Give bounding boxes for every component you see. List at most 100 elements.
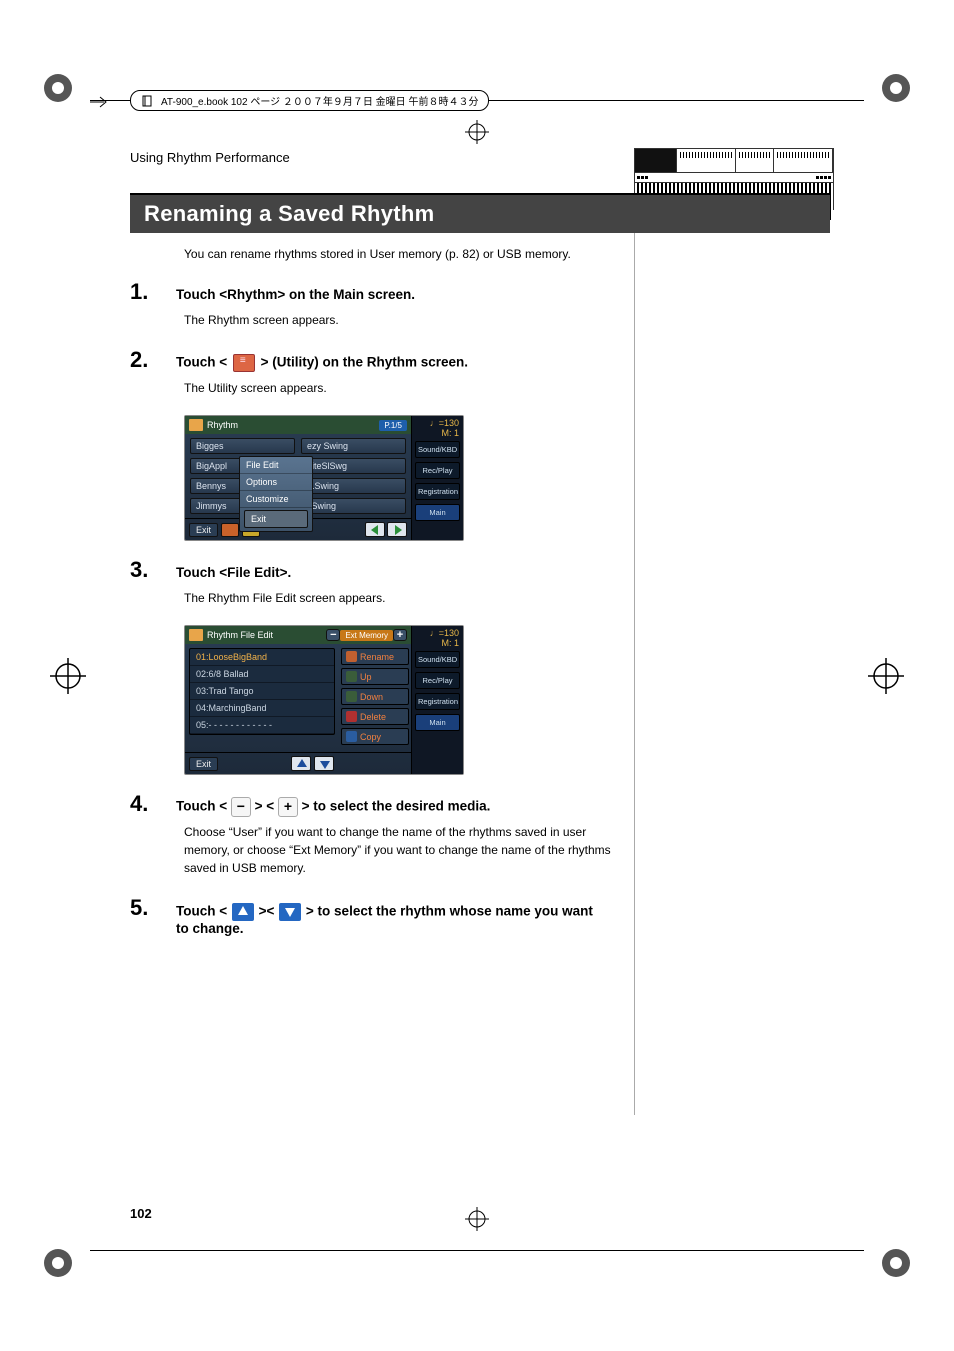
menu-item-options[interactable]: Options — [240, 474, 312, 491]
crop-mark-icon — [40, 1245, 76, 1281]
rhythm-item[interactable]: Bigges — [190, 438, 295, 454]
menu-item-exit[interactable]: Exit — [244, 510, 308, 528]
page-indicator: P.1/5 — [379, 420, 407, 431]
media-label: Ext Memory — [340, 630, 393, 641]
step-title-text: > < — [251, 799, 278, 814]
action-copy[interactable]: Copy — [341, 728, 409, 745]
crop-mark-icon — [465, 1207, 489, 1231]
triangle-down-icon — [279, 903, 301, 921]
step-1: 1. Touch <Rhythm> on the Main screen. Th… — [130, 279, 830, 329]
step-title: Touch < − > < + > to select the desired … — [176, 797, 490, 817]
rhythm-item[interactable]: hiteSlSwg — [301, 458, 406, 474]
crop-mark-icon — [878, 70, 914, 106]
action-rename[interactable]: Rename — [341, 648, 409, 665]
intro-text: You can rename rhythms stored in User me… — [184, 247, 830, 261]
step-number: 3. — [130, 557, 176, 583]
file-item[interactable]: 05:- - - - - - - - - - - - — [190, 717, 334, 734]
step-title-text: > to select the desired media. — [298, 799, 490, 814]
side-sound-kbd[interactable]: Sound/KBD — [415, 651, 460, 668]
screen-title: Rhythm — [207, 420, 379, 430]
file-item[interactable]: 02:6/8 Ballad — [190, 666, 334, 683]
tempo-display: ♩=130M: 1 — [412, 416, 463, 439]
step-number: 4. — [130, 791, 176, 817]
step-body: The Rhythm File Edit screen appears. — [184, 589, 624, 607]
action-delete[interactable]: Delete — [341, 708, 409, 725]
rhythm-item[interactable]: h.Swing — [301, 478, 406, 494]
step-title: Touch < >< > to select the rhythm whose … — [176, 903, 596, 936]
scroll-up-button[interactable] — [291, 756, 311, 771]
file-list: 01:LooseBigBand 02:6/8 Ballad 03:Trad Ta… — [189, 648, 335, 735]
step-2: 2. Touch < > (Utility) on the Rhythm scr… — [130, 347, 830, 397]
rhythm-title-icon — [189, 629, 203, 641]
utility-icon — [233, 354, 255, 372]
step-5: 5. Touch < >< > to select the rhythm who… — [130, 895, 830, 935]
prev-page-button[interactable] — [365, 522, 385, 537]
book-icon — [141, 94, 155, 108]
arrow-right-icon — [90, 95, 108, 114]
book-header-text: AT-900_e.book 102 ページ ２００７年９月７日 金曜日 午前８時… — [161, 93, 478, 108]
tempo-display: ♩=130M: 1 — [412, 626, 463, 649]
plus-button-icon: + — [278, 797, 298, 817]
crop-mark-icon — [50, 658, 86, 694]
menu-item-customize[interactable]: Customize — [240, 491, 312, 508]
delete-icon — [346, 711, 357, 722]
media-plus-button[interactable]: + — [393, 629, 407, 641]
rhythm-title-icon — [189, 419, 203, 431]
step-body: The Rhythm screen appears. — [184, 311, 624, 329]
scroll-down-button[interactable] — [314, 756, 334, 771]
media-minus-button[interactable]: − — [326, 629, 340, 641]
side-main[interactable]: Main — [415, 714, 460, 731]
utility-menu: File Edit Options Customize Exit — [239, 456, 313, 532]
copy-icon — [346, 731, 357, 742]
page-title: Renaming a Saved Rhythm — [130, 195, 830, 233]
step-body: Choose “User” if you want to change the … — [184, 823, 624, 877]
rhythm-item[interactable]: l Swing — [301, 498, 406, 514]
step-number: 5. — [130, 895, 176, 921]
step-title-text: Touch < — [176, 799, 231, 814]
side-rec-play[interactable]: Rec/Play — [415, 672, 460, 689]
rhythm-screen-screenshot: Rhythm P.1/5 Bigges BigAppl Bennys Jimmy… — [184, 415, 464, 541]
down-icon — [346, 691, 357, 702]
exit-button[interactable]: Exit — [189, 757, 218, 771]
action-down[interactable]: Down — [341, 688, 409, 705]
triangle-up-icon — [232, 903, 254, 921]
side-registration[interactable]: Registration — [415, 483, 460, 500]
step-number: 2. — [130, 347, 176, 373]
exit-button[interactable]: Exit — [189, 523, 218, 537]
crop-mark-icon — [465, 120, 489, 144]
next-page-button[interactable] — [387, 522, 407, 537]
page-number: 102 — [130, 1206, 152, 1221]
step-title-text: > (Utility) on the Rhythm screen. — [257, 355, 468, 370]
step-number: 1. — [130, 279, 176, 305]
menu-item-file-edit[interactable]: File Edit — [240, 457, 312, 474]
crop-mark-icon — [878, 1245, 914, 1281]
side-sound-kbd[interactable]: Sound/KBD — [415, 441, 460, 458]
step-title: Touch <File Edit>. — [176, 565, 291, 580]
step-title-text: Touch < — [176, 903, 231, 918]
crop-mark-icon — [40, 70, 76, 106]
crop-mark-icon — [868, 658, 904, 694]
screen-title: Rhythm File Edit — [207, 630, 326, 640]
step-title-text: Touch < — [176, 355, 231, 370]
file-item[interactable]: 04:MarchingBand — [190, 700, 334, 717]
step-3: 3. Touch <File Edit>. The Rhythm File Ed… — [130, 557, 830, 607]
rhythm-item[interactable]: ezy Swing — [301, 438, 406, 454]
file-item[interactable]: 03:Trad Tango — [190, 683, 334, 700]
step-body: The Utility screen appears. — [184, 379, 624, 397]
minus-button-icon: − — [231, 797, 251, 817]
section-header: Using Rhythm Performance — [130, 150, 830, 165]
book-header-info: AT-900_e.book 102 ページ ２００７年９月７日 金曜日 午前８時… — [130, 90, 489, 111]
step-4: 4. Touch < − > < + > to select the desir… — [130, 791, 830, 877]
file-edit-screen-screenshot: Rhythm File Edit − Ext Memory + 01:Loose… — [184, 625, 464, 775]
utility-button-icon[interactable] — [221, 523, 239, 537]
action-up[interactable]: Up — [341, 668, 409, 685]
side-rec-play[interactable]: Rec/Play — [415, 462, 460, 479]
side-main[interactable]: Main — [415, 504, 460, 521]
step-title-text: >< — [255, 903, 278, 918]
pencil-icon — [346, 651, 357, 662]
step-title: Touch <Rhythm> on the Main screen. — [176, 287, 415, 302]
side-registration[interactable]: Registration — [415, 693, 460, 710]
up-icon — [346, 671, 357, 682]
file-item[interactable]: 01:LooseBigBand — [190, 649, 334, 666]
frame-line — [90, 1250, 864, 1251]
